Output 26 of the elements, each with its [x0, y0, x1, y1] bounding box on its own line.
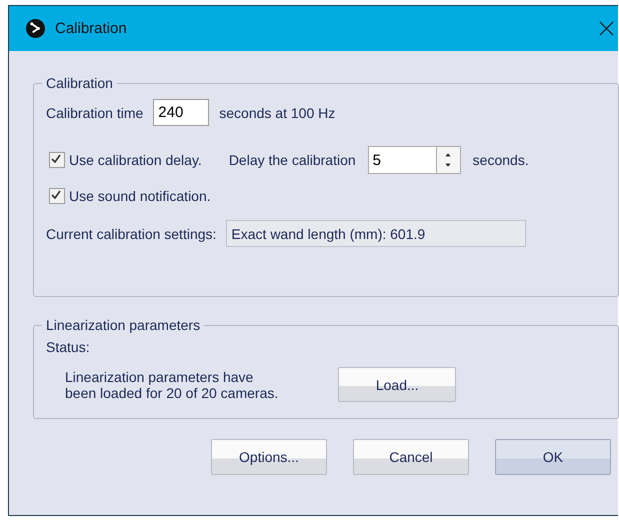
dialog-button[interactable]: OK [495, 439, 611, 475]
field-label: Delay the calibration [228, 152, 356, 168]
settings-field: Exact wand length (mm): 601.9 [226, 220, 526, 247]
dialog-button[interactable]: Options... [211, 439, 327, 475]
delay-field[interactable]: 5 [368, 146, 436, 174]
check-icon [50, 189, 62, 201]
close-icon[interactable] [599, 21, 614, 36]
load-button[interactable]: Load... [338, 367, 456, 402]
calibration-time-field[interactable]: 240 [153, 99, 210, 126]
check-icon [50, 153, 62, 165]
group-title: Linearization parameters [45, 317, 202, 333]
status-text: Linearization parameters have been loaded for 20 of 20 cameras. [65, 368, 278, 400]
field-label: Calibration time [46, 104, 144, 120]
app-logo-icon [26, 19, 45, 38]
spin-buttons[interactable] [436, 146, 461, 174]
checkbox-label: Use sound notification. [69, 188, 211, 204]
dialog-button[interactable]: Cancel [353, 439, 469, 475]
unit-label: seconds. [472, 152, 529, 168]
checkbox[interactable] [49, 188, 65, 204]
checkbox-label: Use calibration delay. [69, 152, 202, 168]
group-title: Calibration [45, 75, 114, 91]
unit-label: seconds at 100 Hz [219, 104, 336, 120]
status-label: Status: [46, 339, 91, 355]
field-label: Current calibration settings: [46, 226, 216, 242]
window-title: Calibration [55, 20, 127, 37]
checkbox[interactable] [49, 152, 65, 168]
